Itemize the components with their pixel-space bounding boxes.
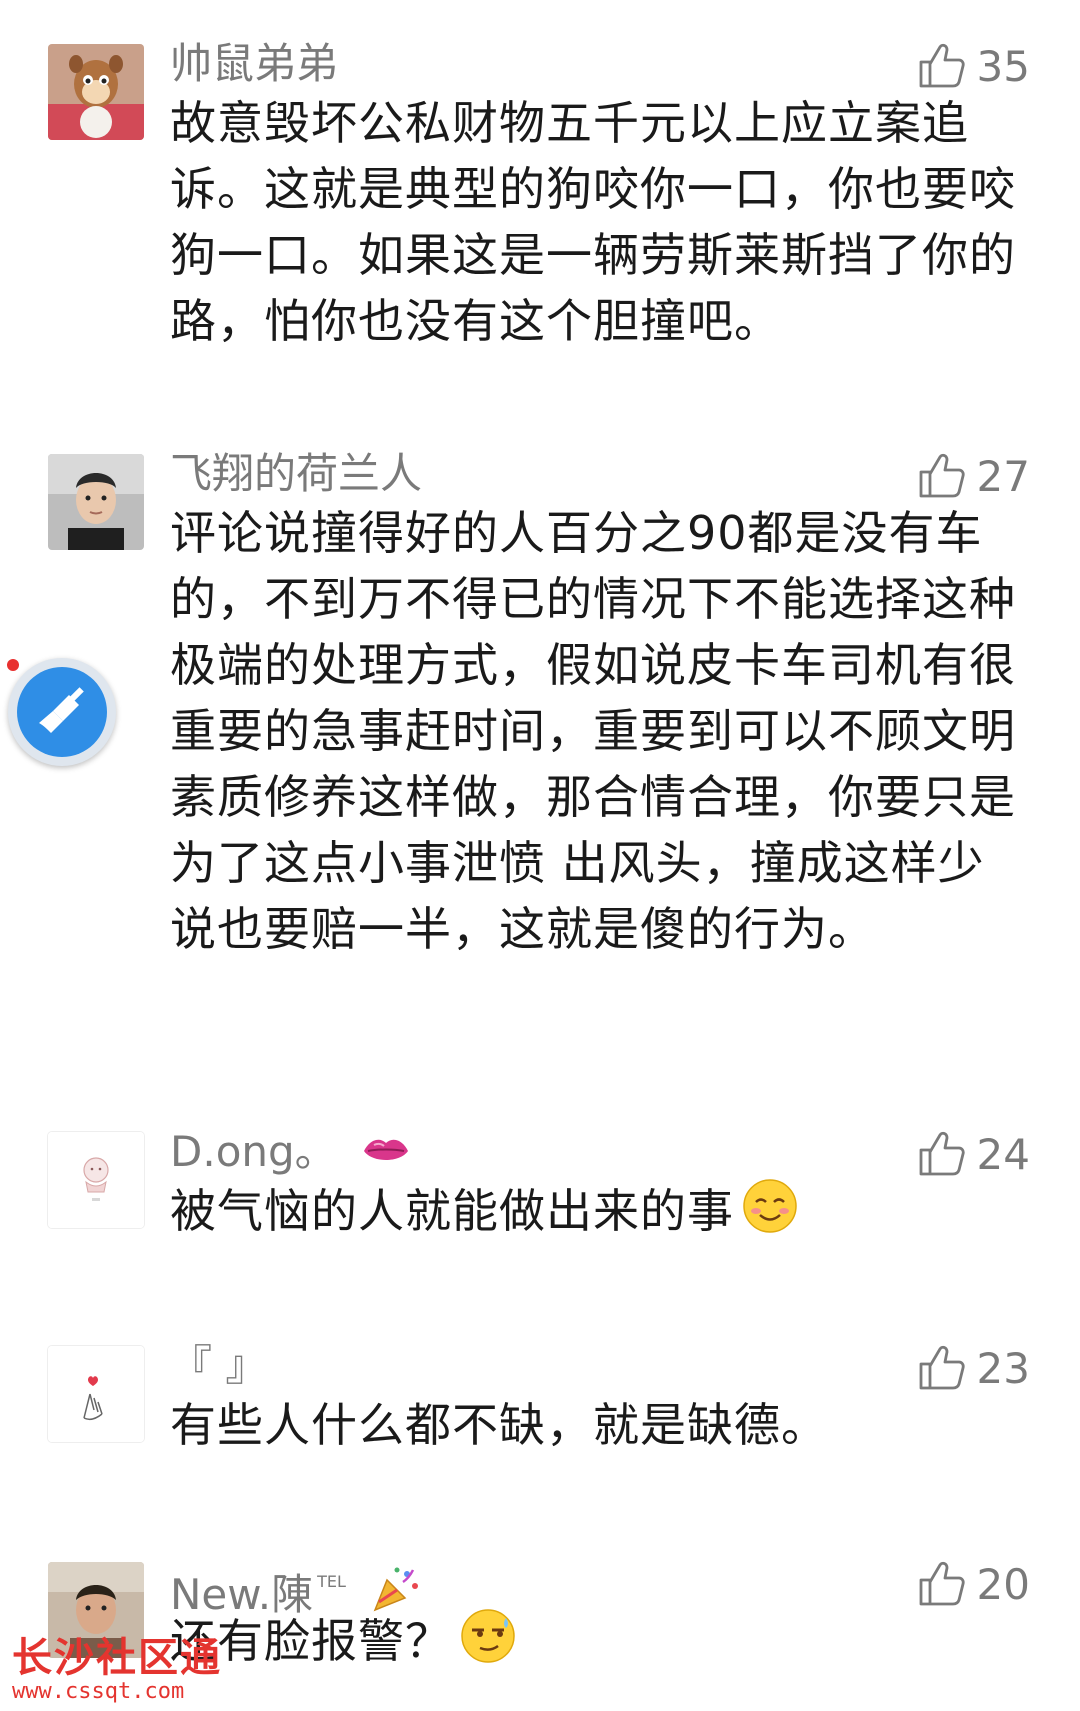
username-suffix: TEL (317, 1572, 346, 1591)
thumbs-up-icon (919, 1561, 965, 1606)
site-watermark: 长沙社区通 www.cssqt.com (12, 1636, 222, 1704)
floating-button-inner (17, 667, 107, 757)
comment-text-content: 被气恼的人就能做出来的事 (170, 1184, 734, 1238)
kiss-lips-emoji-icon (360, 1125, 412, 1185)
like-count: 23 (976, 1343, 1030, 1393)
watermark-title: 长沙社区通 (12, 1634, 222, 1681)
watermark-url: www.cssqt.com (12, 1679, 185, 1704)
username[interactable]: New.陳 TEL (170, 1552, 421, 1619)
smiling-blush-emoji-icon (742, 1178, 798, 1251)
like-button[interactable]: 35 (915, 36, 1030, 96)
comment-text: 有些人什么都不缺，就是缺德。 (170, 1398, 828, 1452)
cartoon-girl-avatar-icon (48, 1132, 144, 1228)
comment-text: 评论说撞得好的人百分之90都是没有车的，不到万不得已的情况下不能选择这种极端的处… (170, 506, 1016, 956)
username[interactable]: 『 』 (170, 1336, 267, 1396)
like-count: 27 (976, 451, 1030, 501)
user-avatar[interactable] (48, 1132, 144, 1228)
username[interactable]: 飞翔的荷兰人 (170, 444, 422, 504)
thumbs-up-icon (919, 43, 965, 88)
finger-heart-avatar-icon (48, 1346, 144, 1442)
comment-text: 还有脸报警？ (170, 1608, 1030, 1681)
floating-clean-button[interactable] (8, 658, 116, 766)
chipmunk-avatar-icon (48, 44, 144, 140)
like-button[interactable]: 20 (915, 1554, 1030, 1614)
like-button[interactable]: 23 (915, 1338, 1030, 1398)
like-count: 35 (976, 41, 1030, 91)
thumbs-up-icon (919, 1345, 965, 1390)
like-count: 24 (976, 1129, 1030, 1179)
user-avatar[interactable] (48, 1346, 144, 1442)
smug-face-emoji-icon (460, 1608, 516, 1681)
comment-text: 被气恼的人就能做出来的事 (170, 1178, 1030, 1251)
thumbs-up-icon (919, 453, 965, 498)
notification-dot (7, 659, 19, 671)
user-avatar[interactable] (48, 454, 144, 550)
like-button[interactable]: 24 (915, 1124, 1030, 1184)
broom-icon (39, 687, 84, 733)
like-button[interactable]: 27 (915, 446, 1030, 506)
username[interactable]: D.ong。 (170, 1122, 412, 1182)
username-text: D.ong。 (170, 1127, 337, 1176)
man-photo-avatar-icon (48, 454, 144, 550)
like-count: 20 (976, 1559, 1030, 1609)
user-avatar[interactable] (48, 44, 144, 140)
username[interactable]: 帅鼠弟弟 (170, 34, 338, 94)
thumbs-up-icon (919, 1131, 965, 1176)
comment-text: 故意毁坏公私财物五千元以上应立案追诉。这就是典型的狗咬你一口，你也要咬狗一口。如… (170, 96, 1016, 348)
